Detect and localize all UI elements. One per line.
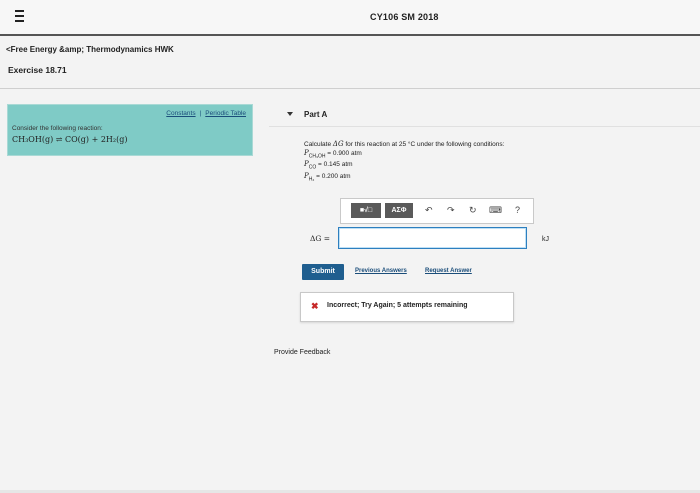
periodic-table-link[interactable]: Periodic Table <box>205 110 246 117</box>
redo-icon[interactable]: ↷ <box>447 205 455 215</box>
condition-row: PCH₃OH = 0.900 atm <box>304 149 504 160</box>
condition-value: = 0.200 atm <box>314 172 351 180</box>
reaction-intro: Consider the following reaction: <box>12 125 103 132</box>
link-separator: | <box>199 110 202 117</box>
resource-links: Constants | Periodic Table <box>166 110 246 117</box>
symbols-button[interactable]: ΑΣΦ <box>385 203 413 218</box>
answer-label: ΔG = <box>310 234 331 243</box>
top-bar: CY106 SM 2018 <box>0 0 700 36</box>
header-divider <box>0 88 700 89</box>
course-title: CY106 SM 2018 <box>370 12 439 22</box>
question-text: Calculate ΔG for this reaction at 25 °C … <box>304 140 504 183</box>
undo-icon[interactable]: ↶ <box>425 205 433 215</box>
part-label[interactable]: Part A <box>304 110 327 119</box>
part-a-header[interactable]: Part A <box>269 104 700 127</box>
problem-context-panel: Constants | Periodic Table Consider the fo… <box>7 104 253 156</box>
prompt-pre: Calculate <box>304 141 333 148</box>
menu-icon[interactable] <box>15 10 24 22</box>
condition-row: PCO = 0.145 atm <box>304 160 504 171</box>
answer-unit: kJ <box>542 236 549 243</box>
prompt-post: for this reaction at 25 °C under the fol… <box>343 141 505 148</box>
reaction-equation: CH₃OH(g) ⇌ CO(g) + 2H₂(g) <box>12 135 128 144</box>
previous-answers-link[interactable]: Previous Answers <box>355 268 407 274</box>
help-icon[interactable]: ? <box>515 205 520 215</box>
feedback-message: Incorrect; Try Again; 5 attempts remaini… <box>327 302 468 309</box>
constants-link[interactable]: Constants <box>166 110 195 117</box>
request-answer-link[interactable]: Request Answer <box>425 268 472 274</box>
prompt-variable: ΔG <box>332 140 344 148</box>
feedback-message-box: ✖ Incorrect; Try Again; 5 attempts remai… <box>300 292 514 322</box>
answer-input[interactable] <box>338 227 527 249</box>
submit-button[interactable]: Submit <box>302 264 344 280</box>
templates-button[interactable]: ■√□ <box>351 203 381 218</box>
condition-value: = 0.145 atm <box>316 161 353 169</box>
caret-down-icon[interactable] <box>287 112 293 116</box>
condition-subscript: CH₃OH <box>308 153 326 160</box>
exercise-title: Exercise 18.71 <box>8 65 67 75</box>
reset-icon[interactable]: ↻ <box>469 205 477 215</box>
condition-value: = 0.900 atm <box>325 150 362 157</box>
question-prompt: Calculate ΔG for this reaction at 25 °C … <box>304 140 504 149</box>
math-toolbar: ■√□ ΑΣΦ ↶ ↷ ↻ ⌨ ? <box>340 198 534 224</box>
provide-feedback-link[interactable]: Provide Feedback <box>274 349 330 356</box>
breadcrumb-back-link[interactable]: <Free Energy &amp; Thermodynamics HWK <box>6 45 174 54</box>
incorrect-x-icon: ✖ <box>311 301 319 311</box>
keyboard-icon[interactable]: ⌨ <box>489 205 502 215</box>
condition-row: PH₂ = 0.200 atm <box>304 172 504 183</box>
